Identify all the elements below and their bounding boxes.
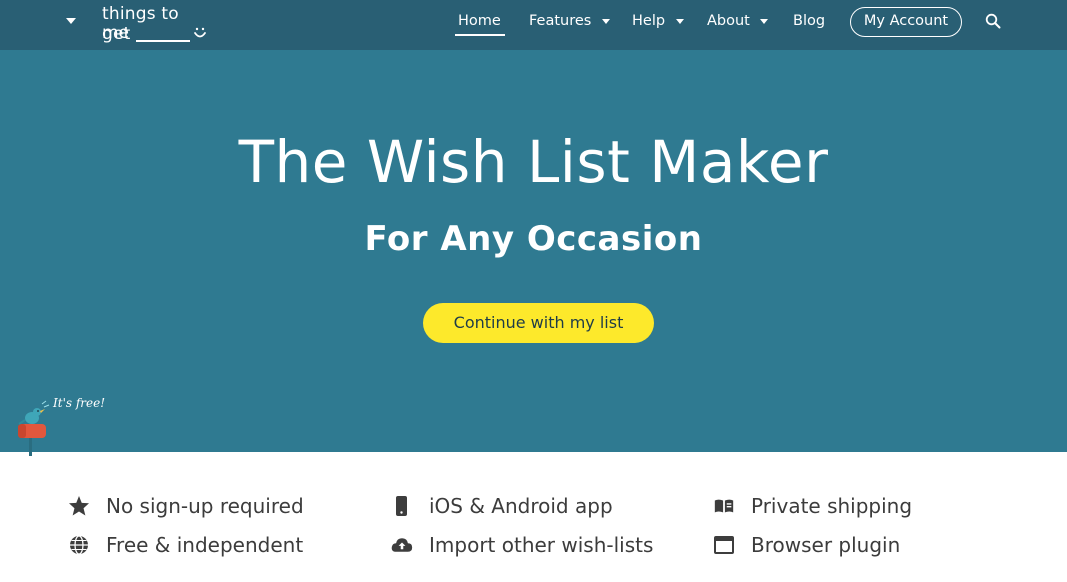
- mobile-phone-icon: [396, 496, 407, 516]
- nav-features-label: Features: [529, 13, 592, 29]
- my-account-button[interactable]: My Account: [850, 7, 962, 37]
- hero-section: The Wish List Maker For Any Occasion Con…: [0, 50, 1067, 456]
- address-card-icon: [714, 499, 734, 513]
- globe-icon: [70, 535, 88, 555]
- chevron-down-icon: [760, 18, 769, 24]
- active-nav-indicator: [455, 34, 505, 36]
- page-title: The Wish List Maker: [238, 128, 829, 196]
- browser-window-icon: [714, 536, 734, 554]
- continue-list-button[interactable]: Continue with my list: [423, 303, 654, 343]
- chevron-down-icon: [675, 18, 684, 24]
- logo-underline: [136, 40, 190, 42]
- nav-about-label: About: [707, 13, 750, 29]
- caret-down-icon[interactable]: [66, 18, 76, 24]
- search-icon[interactable]: [985, 13, 1001, 29]
- smile-icon: [194, 27, 206, 38]
- nav-blog-link[interactable]: Blog: [793, 11, 825, 35]
- star-icon: [69, 496, 89, 516]
- site-logo[interactable]: things to get me: [102, 4, 212, 44]
- top-navigation-bar: things to get me Home Features Help Abou…: [0, 0, 1067, 50]
- feature-label: No sign-up required: [106, 494, 304, 518]
- feature-label: Browser plugin: [751, 533, 901, 557]
- nav-features-menu[interactable]: Features: [529, 11, 610, 35]
- nav-help-label: Help: [632, 13, 666, 29]
- bird-mailbox-illustration: [18, 400, 50, 456]
- free-note: It's free!: [53, 396, 106, 410]
- chevron-down-icon: [601, 18, 610, 24]
- nav-about-menu[interactable]: About: [707, 11, 769, 35]
- feature-label: Free & independent: [106, 533, 304, 557]
- page-subtitle: For Any Occasion: [364, 219, 703, 259]
- nav-home-link[interactable]: Home: [458, 11, 501, 35]
- feature-label: Private shipping: [751, 494, 913, 518]
- nav-home-label: Home: [458, 13, 501, 29]
- nav-blog-label: Blog: [793, 13, 826, 29]
- cloud-upload-icon: [391, 538, 413, 552]
- feature-label: iOS & Android app: [429, 494, 613, 518]
- logo-text-line-2: me: [102, 23, 130, 43]
- nav-help-menu[interactable]: Help: [632, 11, 684, 35]
- feature-label: Import other wish-lists: [429, 533, 654, 557]
